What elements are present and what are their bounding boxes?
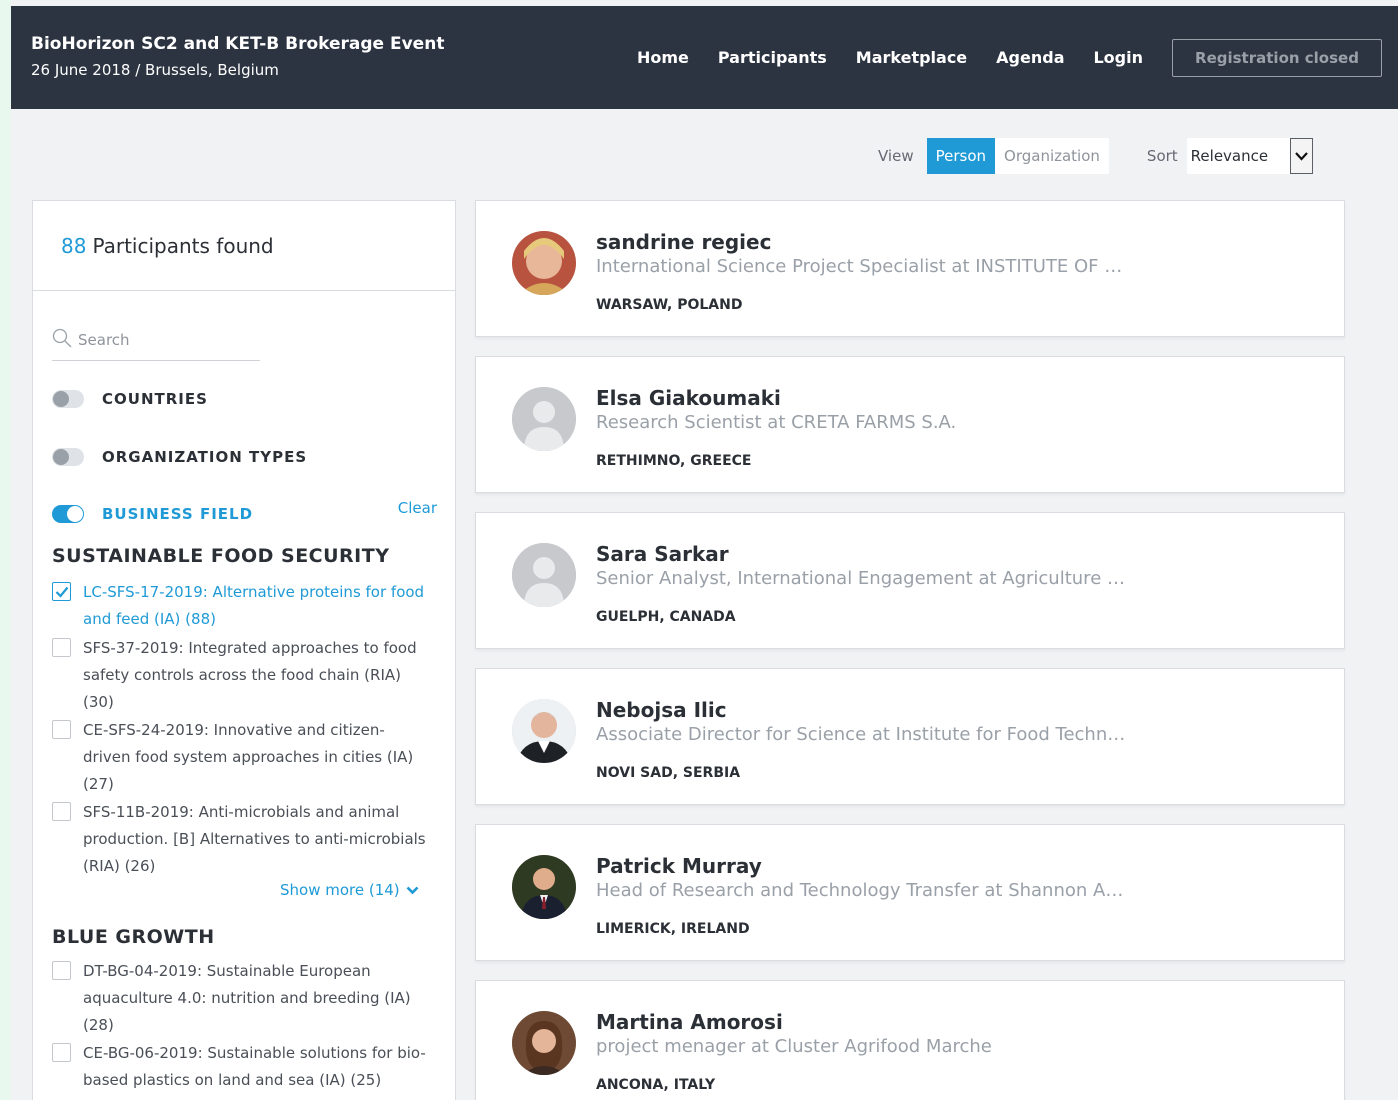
nav-participants[interactable]: Participants xyxy=(718,48,827,67)
participant-name: sandrine regiec xyxy=(596,230,772,254)
participant-location: NOVI SAD, SERBIA xyxy=(596,765,741,781)
participant-location: WARSAW, POLAND xyxy=(596,297,743,313)
sort-select[interactable]: Relevance xyxy=(1186,138,1313,174)
view-organization-button[interactable]: Organization xyxy=(995,138,1109,174)
filter-option[interactable]: CE-BG-06-2019: Sustainable solutions for… xyxy=(52,1040,432,1094)
participants-found-label: Participants found xyxy=(92,233,274,258)
show-more-label: Show more (14) xyxy=(280,881,400,899)
view-label: View xyxy=(878,147,914,165)
clear-filter-link[interactable]: Clear xyxy=(398,499,437,517)
filter-option-label: SFS-37-2019: Integrated approaches to fo… xyxy=(83,639,417,711)
participant-name: Patrick Murray xyxy=(596,854,762,878)
participant-card[interactable]: Patrick Murray Head of Research and Tech… xyxy=(475,824,1345,961)
filter-option-label: CE-BG-06-2019: Sustainable solutions for… xyxy=(83,1044,426,1089)
participant-name: Elsa Giakoumaki xyxy=(596,386,781,410)
filter-option[interactable]: SFS-11B-2019: Anti-microbials and animal… xyxy=(52,799,432,880)
checkbox[interactable] xyxy=(52,638,71,657)
avatar xyxy=(512,699,576,763)
organization-types-filter[interactable]: ORGANIZATION TYPES xyxy=(52,448,307,466)
filter-option[interactable]: DT-BG-04-2019: Sustainable European aqua… xyxy=(52,958,432,1039)
chevron-down-icon xyxy=(406,881,419,899)
sort-value: Relevance xyxy=(1190,147,1269,165)
business-field-filter[interactable]: BUSINESS FIELD xyxy=(52,505,253,523)
organization-types-toggle[interactable] xyxy=(52,448,84,466)
filter-option[interactable]: LC-SFS-17-2019: Alternative proteins for… xyxy=(52,579,432,633)
results-count: 88 Participants found xyxy=(33,201,455,291)
avatar xyxy=(512,231,576,295)
nav-login[interactable]: Login xyxy=(1093,48,1143,67)
checkbox[interactable] xyxy=(52,961,71,980)
checkbox-checked[interactable] xyxy=(52,582,71,601)
participant-count: 88 xyxy=(61,233,87,258)
event-title: BioHorizon SC2 and KET-B Brokerage Event xyxy=(31,34,445,54)
nav-home[interactable]: Home xyxy=(637,48,689,67)
participant-location: GUELPH, CANADA xyxy=(596,609,736,625)
participant-role: Head of Research and Technology Transfer… xyxy=(596,880,1124,901)
section-heading-blue-growth: BLUE GROWTH xyxy=(52,926,215,948)
checkbox[interactable] xyxy=(52,802,71,821)
filter-option-label: CE-SFS-24-2019: Innovative and citizen-d… xyxy=(83,721,414,793)
participant-card[interactable]: Elsa Giakoumaki Research Scientist at CR… xyxy=(475,356,1345,493)
event-subtitle: 26 June 2018 / Brussels, Belgium xyxy=(31,61,279,79)
participant-card[interactable]: sandrine regiec International Science Pr… xyxy=(475,200,1345,337)
business-field-toggle[interactable] xyxy=(52,505,84,523)
search-icon xyxy=(52,328,72,352)
participant-name: Sara Sarkar xyxy=(596,542,729,566)
countries-filter[interactable]: COUNTRIES xyxy=(52,390,208,408)
avatar xyxy=(512,387,576,451)
show-more-link[interactable]: Show more (14) xyxy=(280,881,419,899)
avatar xyxy=(512,543,576,607)
participant-card[interactable]: Martina Amorosi project menager at Clust… xyxy=(475,980,1345,1100)
checkbox[interactable] xyxy=(52,1043,71,1062)
participant-role: International Science Project Specialist… xyxy=(596,256,1123,277)
avatar xyxy=(512,855,576,919)
participant-role: Senior Analyst, International Engagement… xyxy=(596,568,1136,589)
section-heading-food-security: SUSTAINABLE FOOD SECURITY xyxy=(52,545,390,567)
avatar xyxy=(512,1011,576,1075)
filter-option-label: DT-BG-04-2019: Sustainable European aqua… xyxy=(83,962,411,1034)
participant-role: Associate Director for Science at Instit… xyxy=(596,724,1136,745)
registration-closed-button[interactable]: Registration closed xyxy=(1172,38,1382,77)
participant-card[interactable]: Nebojsa Ilic Associate Director for Scie… xyxy=(475,668,1345,805)
main-nav: Home Participants Marketplace Agenda Log… xyxy=(637,6,1398,109)
filter-option-label: SFS-11B-2019: Anti-microbials and animal… xyxy=(83,803,426,875)
business-field-filter-label: BUSINESS FIELD xyxy=(102,505,254,523)
sort-label: Sort xyxy=(1146,147,1178,165)
nav-agenda[interactable]: Agenda xyxy=(996,48,1064,67)
view-person-button[interactable]: Person xyxy=(926,138,996,174)
organization-types-filter-label: ORGANIZATION TYPES xyxy=(102,448,308,466)
page-edge xyxy=(0,0,11,1100)
filter-option[interactable]: SFS-37-2019: Integrated approaches to fo… xyxy=(52,635,432,716)
checkbox[interactable] xyxy=(52,720,71,739)
participant-location: LIMERICK, IRELAND xyxy=(596,921,750,937)
view-toggle: Person Organization xyxy=(926,138,1109,174)
filter-option[interactable]: CE-SFS-24-2019: Innovative and citizen-d… xyxy=(52,717,432,798)
participant-name: Martina Amorosi xyxy=(596,1010,783,1034)
search-placeholder: Search xyxy=(78,330,130,349)
filter-sidebar: 88 Participants found Search COUNTRIES O… xyxy=(32,200,456,1100)
nav-marketplace[interactable]: Marketplace xyxy=(856,48,967,67)
participant-location: RETHIMNO, GREECE xyxy=(596,453,752,469)
participant-name: Nebojsa Ilic xyxy=(596,698,727,722)
participant-card[interactable]: Sara Sarkar Senior Analyst, Internationa… xyxy=(475,512,1345,649)
search-input[interactable]: Search xyxy=(52,319,260,361)
chevron-down-icon[interactable] xyxy=(1289,138,1313,174)
countries-filter-label: COUNTRIES xyxy=(102,390,208,408)
participant-location: ANCONA, ITALY xyxy=(596,1077,716,1093)
participant-role: Research Scientist at CRETA FARMS S.A. xyxy=(596,412,957,433)
countries-toggle[interactable] xyxy=(52,390,84,408)
participant-role: project menager at Cluster Agrifood Marc… xyxy=(596,1036,992,1057)
filter-option-label: LC-SFS-17-2019: Alternative proteins for… xyxy=(83,583,425,628)
top-navigation-bar: BioHorizon SC2 and KET-B Brokerage Event… xyxy=(11,6,1398,109)
view-sort-bar: View Person Organization Sort Relevance xyxy=(878,138,1313,174)
